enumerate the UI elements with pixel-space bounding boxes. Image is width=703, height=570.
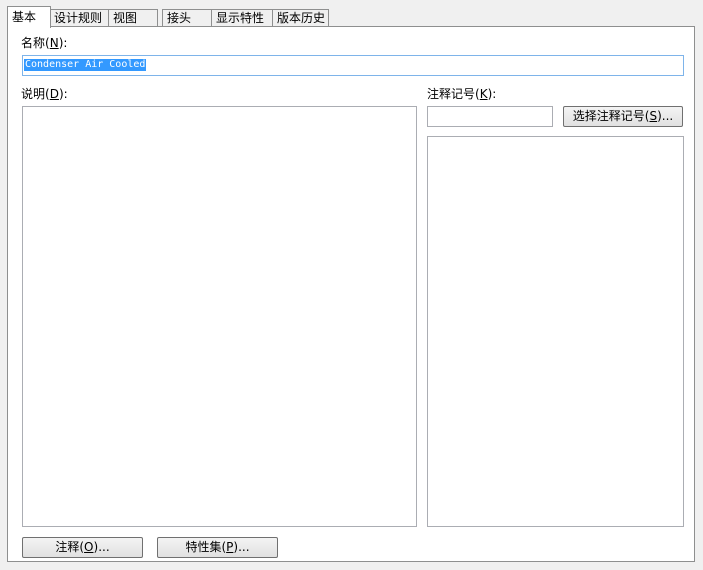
general-tab-panel: 名称(N): Condenser Air Cooled 说明(D): 注释记号(… — [7, 26, 695, 562]
description-accel-key: D — [49, 87, 59, 101]
notes-button[interactable]: 注释(O)... — [22, 537, 143, 558]
keynote-label: 注释记号(K): — [427, 87, 497, 101]
keynote-accel-key: K — [479, 87, 488, 101]
property-sets-button-label: 特性集 — [185, 540, 222, 554]
keynote-input[interactable] — [427, 106, 553, 127]
keynote-text-area[interactable] — [427, 136, 684, 527]
tab-label: 基本 — [12, 10, 37, 24]
select-keynote-label: 选择注释记号 — [572, 109, 645, 123]
tab-label: 版本历史 — [277, 11, 326, 25]
tab-views[interactable]: 视图 — [108, 9, 158, 27]
description-textarea[interactable] — [22, 106, 417, 527]
tab-label: 显示特性 — [216, 11, 265, 25]
name-input-value: Condenser Air Cooled — [24, 59, 147, 71]
tab-version-history[interactable]: 版本历史 — [272, 9, 329, 27]
tab-label: 视图 — [113, 11, 138, 25]
tab-connectors[interactable]: 接头 — [162, 9, 212, 27]
keynote-label-text: 注释记号 — [427, 87, 476, 101]
select-keynote-ellipsis: ... — [661, 109, 674, 123]
name-label-text: 名称 — [21, 36, 46, 50]
name-input[interactable]: Condenser Air Cooled — [22, 55, 684, 76]
property-sets-button[interactable]: 特性集(P)... — [157, 537, 278, 558]
tab-label: 接头 — [167, 11, 192, 25]
select-keynote-button[interactable]: 选择注释记号(S)... — [563, 106, 683, 127]
tab-label: 设计规则 — [54, 11, 103, 25]
property-sets-ellipsis: ... — [238, 540, 250, 554]
select-keynote-accel-key: S — [649, 109, 658, 123]
tab-design-rules[interactable]: 设计规则 — [49, 9, 109, 27]
name-label: 名称(N): — [21, 36, 68, 50]
tab-display-properties[interactable]: 显示特性 — [211, 9, 273, 27]
name-accel-key: N — [49, 36, 59, 50]
notes-accel-key: O — [84, 540, 94, 554]
description-label-text: 说明 — [21, 87, 46, 101]
notes-button-label: 注释 — [55, 540, 80, 554]
tab-general[interactable]: 基本 — [7, 6, 51, 28]
property-sets-accel-key: P — [226, 540, 234, 554]
notes-ellipsis: ... — [98, 540, 110, 554]
description-label: 说明(D): — [21, 87, 68, 101]
